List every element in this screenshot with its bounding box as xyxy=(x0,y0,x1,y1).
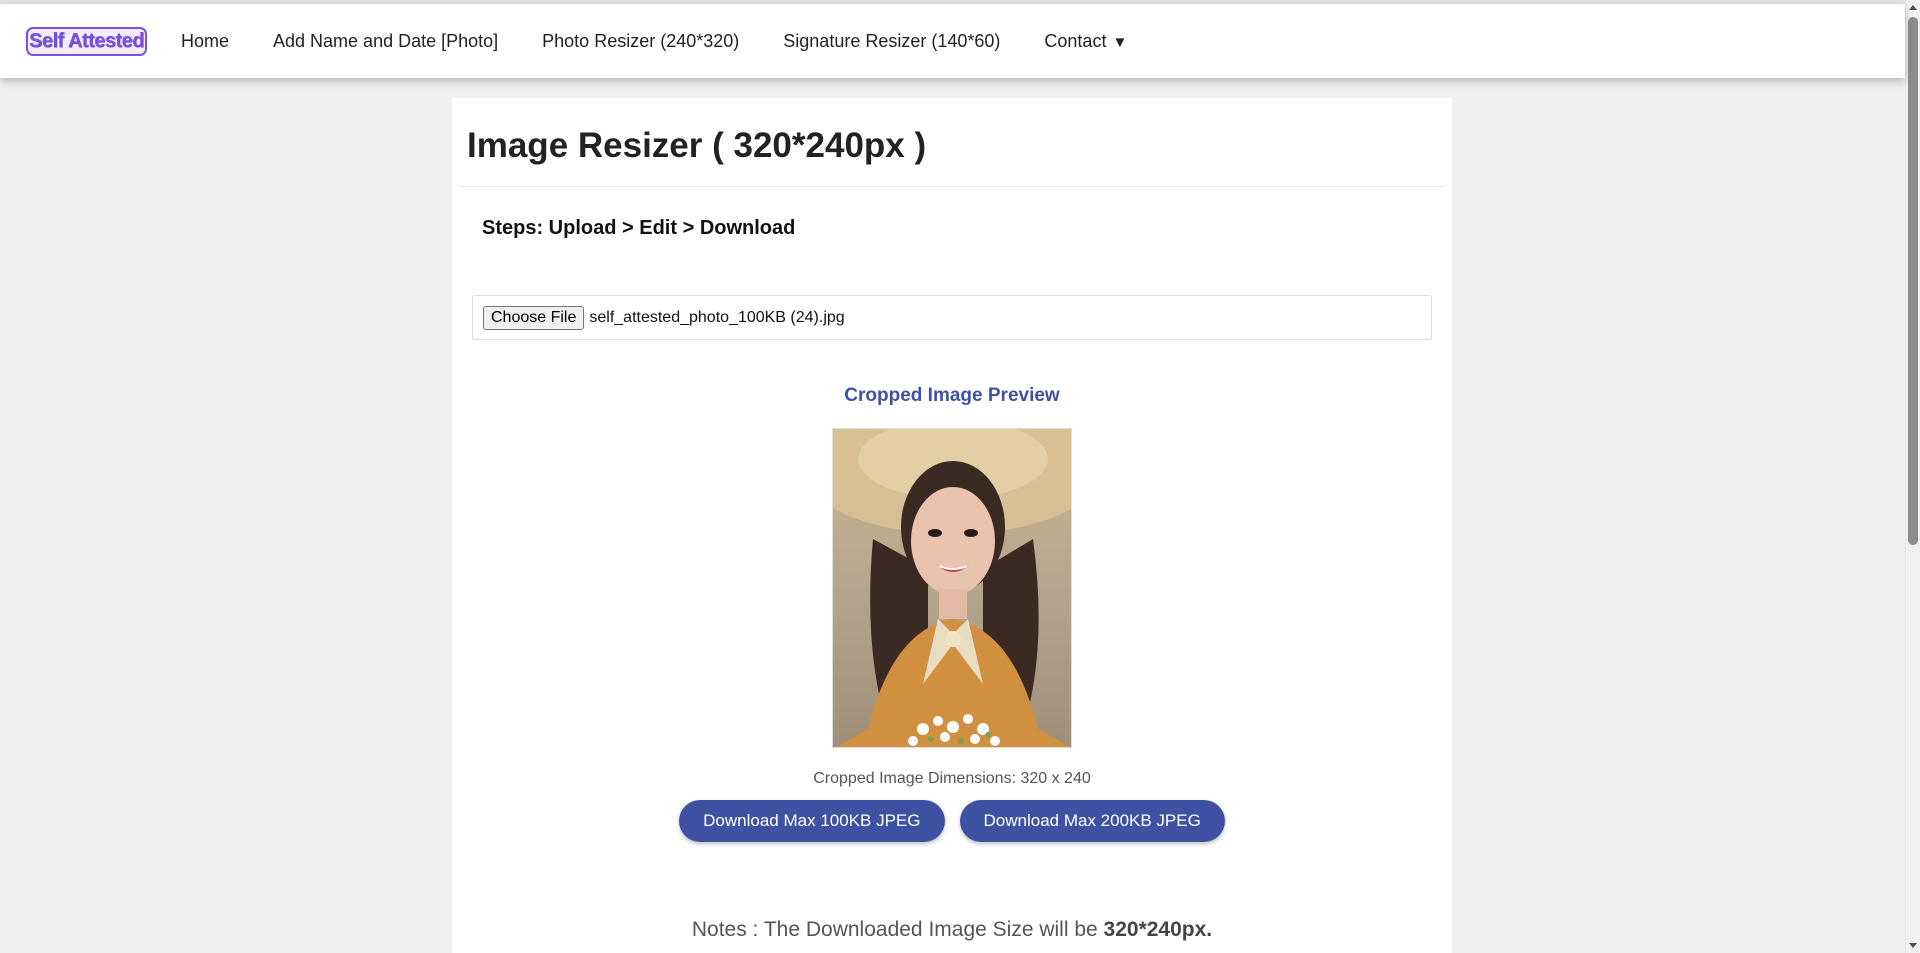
nav-link-signature-resizer[interactable]: Signature Resizer (140*60) xyxy=(761,31,1022,52)
nav-link-photo-resizer[interactable]: Photo Resizer (240*320) xyxy=(520,31,761,52)
steps-text: Steps: Upload > Edit > Download xyxy=(482,217,796,239)
download-buttons: Download Max 100KB JPEG Download Max 200… xyxy=(452,800,1452,842)
resizer-card: Image Resizer ( 320*240px ) Steps: Uploa… xyxy=(452,98,1452,953)
vertical-scrollbar[interactable] xyxy=(1905,0,1920,953)
nav-link-contact[interactable]: Contact ▼ xyxy=(1022,31,1149,52)
file-upload-field[interactable]: Choose File self_attested_photo_100KB (2… xyxy=(472,295,1432,340)
scroll-down-arrow-icon[interactable] xyxy=(1909,943,1917,948)
scrollbar-thumb[interactable] xyxy=(1908,17,1918,545)
portrait-photo-illustration xyxy=(833,429,1071,747)
nav-link-home[interactable]: Home xyxy=(159,31,251,52)
caret-down-icon: ▼ xyxy=(1112,33,1128,51)
page-title: Image Resizer ( 320*240px ) xyxy=(467,126,927,165)
notes-prefix: Notes : The Downloaded Image Size will b… xyxy=(691,918,1104,941)
nav-link-contact-label: Contact xyxy=(1044,30,1107,51)
choose-file-button[interactable]: Choose File xyxy=(483,305,585,330)
notes-text: Notes : The Downloaded Image Size will b… xyxy=(452,918,1452,942)
download-100kb-button[interactable]: Download Max 100KB JPEG xyxy=(679,800,945,842)
site-logo[interactable]: Self Attested xyxy=(26,26,147,56)
download-200kb-button[interactable]: Download Max 200KB JPEG xyxy=(959,800,1225,842)
scroll-up-arrow-icon[interactable] xyxy=(1909,5,1917,10)
selected-file-name: self_attested_photo_100KB (24).jpg xyxy=(589,308,845,326)
nav-link-add-name-date[interactable]: Add Name and Date [Photo] xyxy=(251,31,520,52)
image-dimensions-text: Cropped Image Dimensions: 320 x 240 xyxy=(813,770,1091,787)
preview-title: Cropped Image Preview xyxy=(844,385,1060,406)
title-divider xyxy=(460,186,1444,187)
notes-size: 320*240px. xyxy=(1103,918,1213,941)
navbar: Self Attested Home Add Name and Date [Ph… xyxy=(0,4,1905,78)
cropped-image-preview xyxy=(832,428,1072,748)
